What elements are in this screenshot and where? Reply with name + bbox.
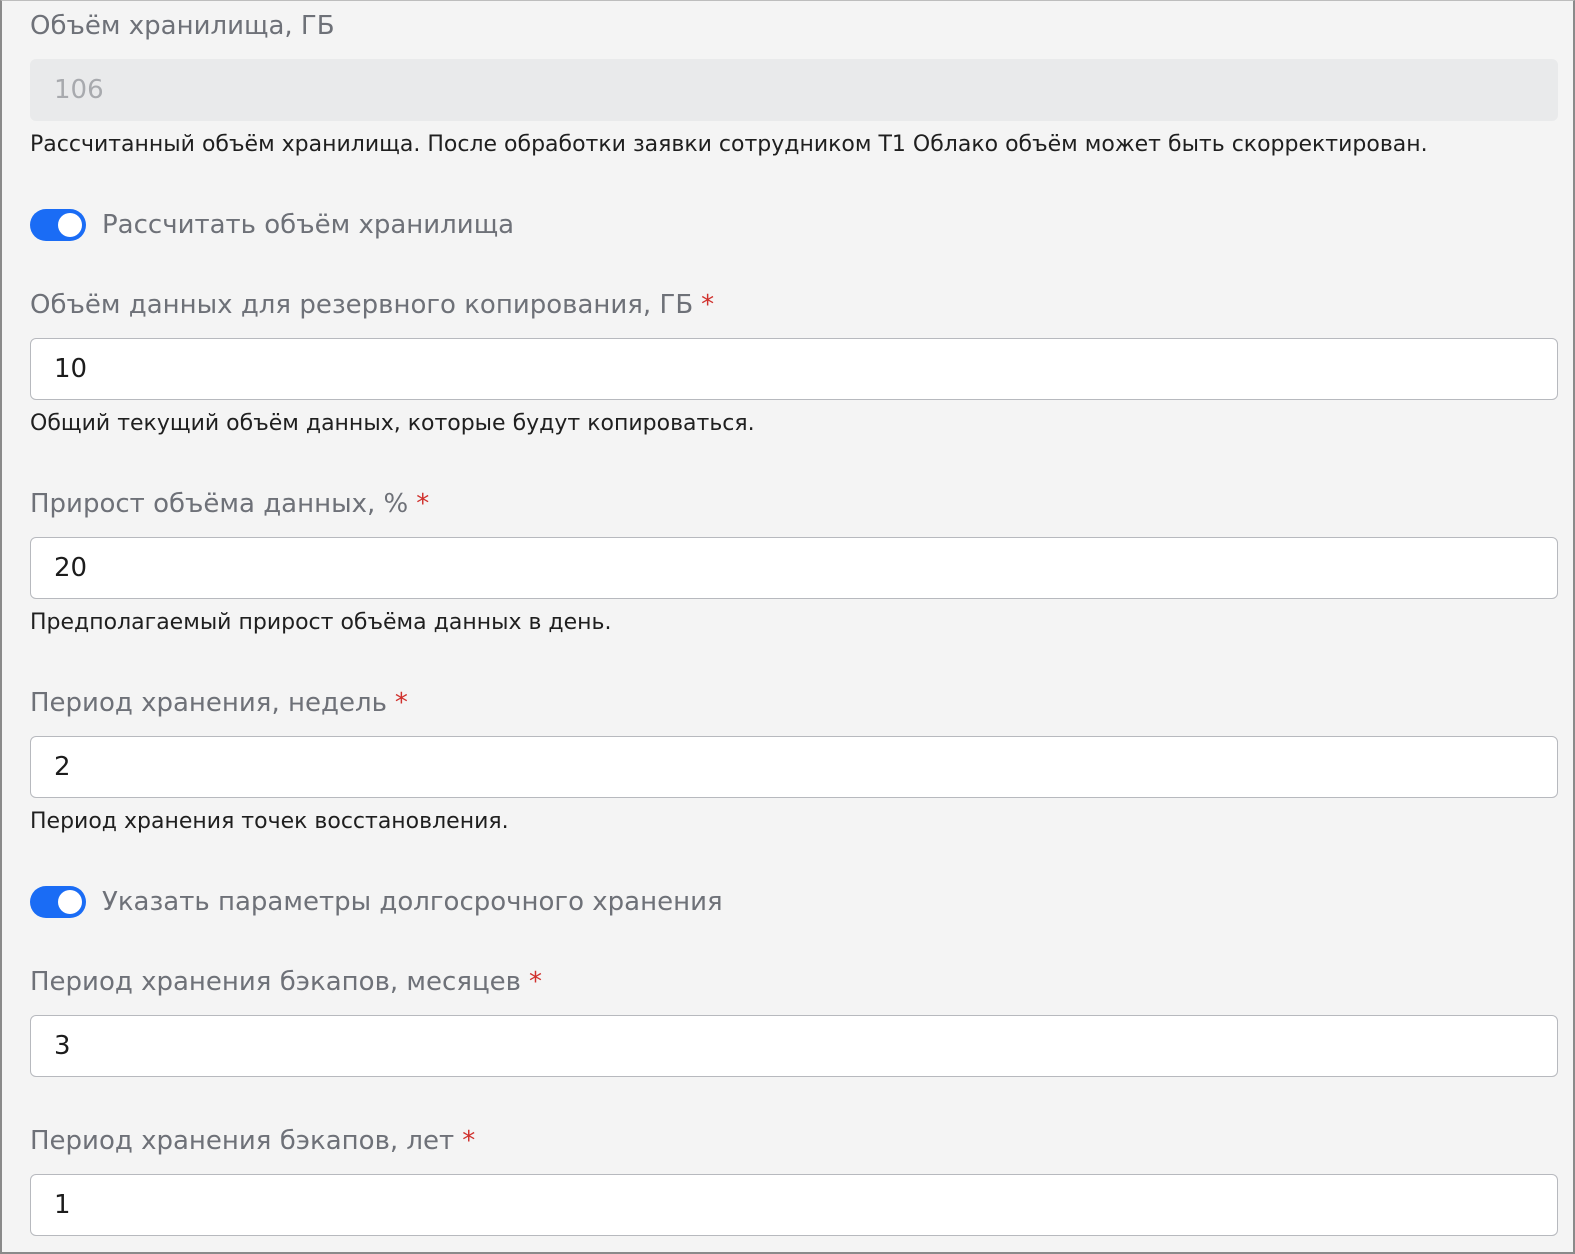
data-growth-input[interactable] [30, 537, 1558, 599]
retention-years-label-text: Период хранения бэкапов, лет [30, 1126, 455, 1156]
data-growth-label: Прирост объёма данных, % * [30, 491, 429, 517]
storage-volume-input [30, 59, 1558, 121]
retention-weeks-label-text: Период хранения, недель [30, 688, 387, 718]
storage-volume-label-text: Объём хранилища, ГБ [30, 11, 335, 41]
storage-form: Объём хранилища, ГБ Рассчитанный объём х… [0, 0, 1575, 1254]
retention-weeks-label: Период хранения, недель * [30, 690, 408, 716]
toggle-knob [58, 890, 82, 914]
data-growth-label-text: Прирост объёма данных, % [30, 489, 409, 519]
required-asterisk: * [416, 489, 430, 519]
calc-storage-toggle-label[interactable]: Рассчитать объём хранилища [102, 210, 514, 240]
data-growth-hint: Предполагаемый прирост объёма данных в д… [30, 610, 612, 635]
storage-volume-hint: Рассчитанный объём хранилища. После обра… [30, 132, 1428, 157]
retention-years-input[interactable] [30, 1174, 1558, 1236]
retention-months-label-text: Период хранения бэкапов, месяцев [30, 967, 521, 997]
retention-months-label: Период хранения бэкапов, месяцев * [30, 969, 542, 995]
required-asterisk: * [528, 967, 542, 997]
backup-volume-label-text: Объём данных для резервного копирования,… [30, 290, 694, 320]
calc-storage-toggle[interactable] [30, 209, 86, 241]
calc-storage-toggle-row: Рассчитать объём хранилища [30, 208, 514, 242]
retention-months-input[interactable] [30, 1015, 1558, 1077]
longterm-toggle-row: Указать параметры долгосрочного хранения [30, 885, 723, 919]
retention-years-label: Период хранения бэкапов, лет * [30, 1128, 475, 1154]
retention-weeks-hint: Период хранения точек восстановления. [30, 809, 509, 834]
backup-volume-label: Объём данных для резервного копирования,… [30, 292, 714, 318]
required-asterisk: * [701, 290, 715, 320]
required-asterisk: * [394, 688, 408, 718]
toggle-knob [58, 213, 82, 237]
retention-weeks-input[interactable] [30, 736, 1558, 798]
longterm-storage-toggle[interactable] [30, 886, 86, 918]
backup-volume-hint: Общий текущий объём данных, которые буду… [30, 411, 755, 436]
required-asterisk: * [462, 1126, 476, 1156]
longterm-storage-toggle-label[interactable]: Указать параметры долгосрочного хранения [102, 887, 723, 917]
storage-volume-label: Объём хранилища, ГБ [30, 13, 335, 39]
backup-volume-input[interactable] [30, 338, 1558, 400]
